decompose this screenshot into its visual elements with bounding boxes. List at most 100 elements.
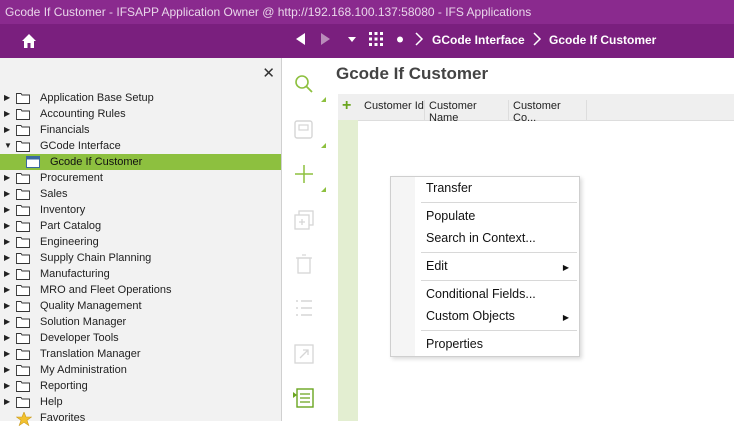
column-header-customer-id[interactable]: Customer Id	[360, 100, 425, 120]
menu-item-transfer[interactable]: Transfer	[426, 181, 472, 195]
menu-gutter	[391, 177, 415, 356]
sidebar-item[interactable]: ▶ Help	[0, 394, 281, 410]
folder-icon	[16, 332, 30, 344]
duplicate-icon[interactable]	[292, 208, 316, 232]
sidebar-item[interactable]: ▼ GCode Interface	[0, 138, 281, 154]
menu-indicator-icon	[321, 143, 326, 148]
folder-icon	[16, 316, 30, 328]
window-title-bar: Gcode If Customer - IFSAPP Application O…	[0, 0, 734, 24]
menu-item-search-in-context[interactable]: Search in Context...	[426, 231, 536, 245]
expand-right-icon[interactable]: ▶	[4, 282, 10, 298]
sidebar-item[interactable]: ▶ Manufacturing	[0, 266, 281, 282]
menu-item-properties[interactable]: Properties	[426, 337, 483, 351]
menu-item-custom-objects[interactable]: Custom Objects	[426, 309, 515, 323]
sidebar-item-label: Favorites	[40, 412, 86, 424]
sidebar-item[interactable]: ▶ Part Catalog	[0, 218, 281, 234]
folder-icon	[16, 268, 30, 280]
expand-right-icon[interactable]: ▶	[4, 314, 10, 330]
breadcrumb-item[interactable]: GCode Interface	[432, 33, 525, 47]
expand-right-icon[interactable]: ▶	[4, 298, 10, 314]
sidebar-item[interactable]: ▶ My Administration	[0, 362, 281, 378]
sidebar-item[interactable]: ▶ Quality Management	[0, 298, 281, 314]
sidebar-item[interactable]: ▶ Procurement	[0, 170, 281, 186]
sidebar-item-label: Application Base Setup	[40, 92, 154, 104]
menu-separator	[421, 330, 577, 331]
navigation-bar: GCode Interface Gcode If Customer	[0, 24, 734, 58]
folder-icon	[16, 108, 30, 120]
grid-icon[interactable]	[368, 31, 384, 51]
column-header-customer-co[interactable]: Customer Co...	[509, 100, 587, 124]
folder-icon	[16, 92, 30, 104]
menu-item-conditional-fields[interactable]: Conditional Fields...	[426, 287, 536, 301]
sidebar-item-label: Inventory	[40, 204, 86, 216]
list-icon[interactable]	[292, 296, 316, 320]
submenu-arrow-icon: ▶	[562, 263, 569, 272]
home-icon[interactable]	[20, 32, 38, 50]
expand-right-icon[interactable]: ▶	[4, 362, 10, 378]
expand-right-icon[interactable]: ▶	[4, 202, 10, 218]
sidebar-item[interactable]: ▶ Financials	[0, 122, 281, 138]
sidebar-item[interactable]: ▶ Supply Chain Planning	[0, 250, 281, 266]
column-header-customer-name[interactable]: Customer Name	[425, 100, 509, 124]
expand-right-icon[interactable]: ▶	[4, 186, 10, 202]
window-title: Gcode If Customer - IFSAPP Application O…	[5, 5, 532, 19]
command-toolbar	[282, 58, 336, 421]
expand-right-icon[interactable]: ▶	[4, 378, 10, 394]
expand-right-icon[interactable]: ▶	[4, 122, 10, 138]
sidebar-item[interactable]: ▶ MRO and Fleet Operations	[0, 282, 281, 298]
expand-down-icon[interactable]: ▼	[4, 138, 12, 154]
sidebar-item[interactable]: ▶ Sales	[0, 186, 281, 202]
sidebar-item[interactable]: Gcode If Customer	[0, 154, 281, 170]
sidebar-item[interactable]: ▶ Inventory	[0, 202, 281, 218]
delete-icon[interactable]	[292, 252, 316, 276]
open-icon[interactable]	[292, 342, 316, 366]
sidebar-item-label: Financials	[40, 124, 90, 136]
search-icon[interactable]	[292, 72, 326, 102]
save-icon[interactable]	[292, 118, 326, 148]
breadcrumb-separator-icon	[531, 31, 543, 51]
expand-right-icon[interactable]: ▶	[4, 394, 10, 410]
sidebar-item-label: My Administration	[40, 364, 127, 376]
sidebar-item[interactable]: ▶ Reporting	[0, 378, 281, 394]
sidebar-item[interactable]: ▶ Translation Manager	[0, 346, 281, 362]
menu-indicator-icon	[321, 187, 326, 192]
sidebar-item[interactable]: Favorites	[0, 410, 281, 427]
sidebar-item[interactable]: ▶ Application Base Setup	[0, 90, 281, 106]
sidebar-item[interactable]: ▶ Engineering	[0, 234, 281, 250]
breadcrumb-separator-icon	[413, 31, 425, 51]
sidebar-item[interactable]: ▶ Developer Tools	[0, 330, 281, 346]
folder-icon	[16, 284, 30, 296]
close-icon[interactable]: ✕	[262, 64, 275, 82]
expand-right-icon[interactable]: ▶	[4, 218, 10, 234]
sidebar-item-label: Accounting Rules	[40, 108, 126, 120]
sidebar-item-label: Supply Chain Planning	[40, 252, 152, 264]
sidebar-item-label: Solution Manager	[40, 316, 127, 328]
chevron-down-icon[interactable]	[346, 31, 358, 51]
expand-right-icon[interactable]: ▶	[4, 346, 10, 362]
expand-right-icon[interactable]: ▶	[4, 250, 10, 266]
sidebar-item[interactable]: ▶ Solution Manager	[0, 314, 281, 330]
expand-right-icon[interactable]: ▶	[4, 330, 10, 346]
breadcrumb-item[interactable]: Gcode If Customer	[549, 33, 656, 47]
expand-right-icon[interactable]: ▶	[4, 90, 10, 106]
menu-item-edit[interactable]: Edit	[426, 259, 448, 273]
sidebar-item-label: Quality Management	[40, 300, 142, 312]
expand-right-icon[interactable]: ▶	[4, 266, 10, 282]
menu-separator	[421, 280, 577, 281]
sidebar-item-label: Procurement	[40, 172, 103, 184]
back-arrow-icon[interactable]	[292, 31, 308, 51]
page-title: Gcode If Customer	[336, 64, 489, 83]
folder-icon	[16, 252, 30, 264]
expand-right-icon[interactable]: ▶	[4, 234, 10, 250]
add-icon[interactable]	[292, 162, 326, 192]
details-icon[interactable]	[292, 386, 316, 410]
menu-item-populate[interactable]: Populate	[426, 209, 475, 223]
forward-arrow-icon[interactable]	[318, 31, 334, 51]
expand-right-icon[interactable]: ▶	[4, 170, 10, 186]
add-row-icon[interactable]: +	[342, 97, 351, 115]
sidebar-item-label: Help	[40, 396, 63, 408]
sidebar-item-label: Part Catalog	[40, 220, 102, 232]
sidebar-item-label: Manufacturing	[40, 268, 110, 280]
sidebar-item[interactable]: ▶ Accounting Rules	[0, 106, 281, 122]
expand-right-icon[interactable]: ▶	[4, 106, 10, 122]
